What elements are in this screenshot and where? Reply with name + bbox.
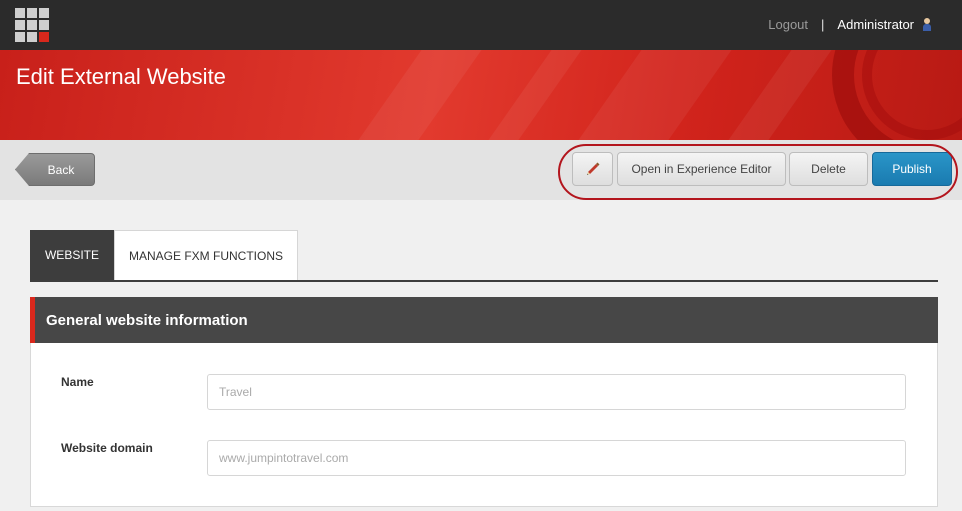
publish-button[interactable]: Publish (872, 152, 952, 186)
tab-manage-fxm-functions[interactable]: MANAGE FXM FUNCTIONS (114, 230, 298, 280)
website-domain-input[interactable] (207, 440, 906, 476)
tab-bar: WEBSITE MANAGE FXM FUNCTIONS (30, 230, 298, 280)
back-button[interactable]: Back (15, 153, 95, 186)
website-domain-label: Website domain (61, 441, 153, 455)
action-bar: Back Open in Experience Editor Delete Pu… (0, 140, 962, 200)
open-in-experience-editor-button[interactable]: Open in Experience Editor (617, 152, 786, 186)
edit-button[interactable] (572, 152, 613, 186)
name-label: Name (61, 375, 94, 389)
page-header-banner: Edit External Website (0, 50, 962, 140)
user-avatar-icon[interactable] (922, 17, 932, 32)
tab-website[interactable]: WEBSITE (30, 230, 114, 280)
user-name[interactable]: Administrator (837, 17, 914, 32)
links-separator: | (821, 17, 825, 32)
general-info-panel: General website information Name Website… (30, 297, 938, 507)
panel-title: General website information (46, 311, 248, 329)
logout-link[interactable]: Logout (768, 17, 808, 32)
panel-header: General website information (30, 297, 938, 343)
top-navigation-bar: Logout | Administrator (0, 0, 962, 50)
tab-underline (30, 280, 938, 282)
pencil-icon (586, 162, 599, 175)
user-links: Logout | Administrator (768, 17, 932, 32)
page-title: Edit External Website (16, 64, 226, 89)
name-input[interactable] (207, 374, 906, 410)
app-launcher-grid-icon[interactable] (15, 8, 49, 42)
delete-button[interactable]: Delete (789, 152, 868, 186)
